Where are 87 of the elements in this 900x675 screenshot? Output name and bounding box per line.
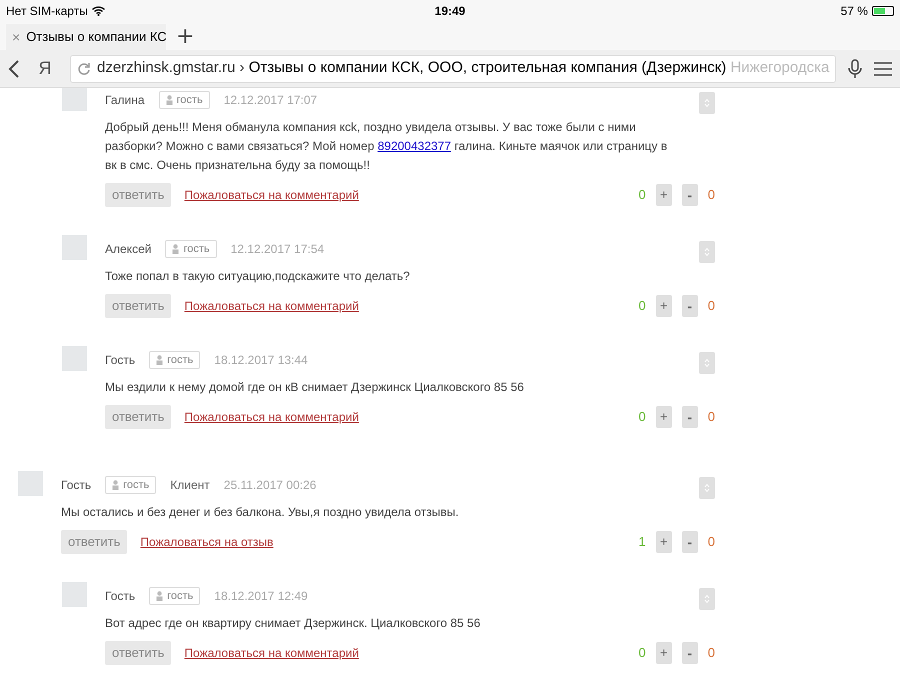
- back-icon[interactable]: [8, 60, 20, 78]
- reply-button[interactable]: ответить: [105, 405, 172, 429]
- report-link[interactable]: Пожаловаться на отзыв: [140, 533, 274, 551]
- dislikes-count: 0: [708, 644, 715, 662]
- likes-count: 0: [638, 644, 646, 662]
- updown-icon: [704, 483, 710, 493]
- avatar-placeholder: [62, 582, 87, 607]
- carrier-text: Нет SIM-карты: [6, 3, 88, 20]
- author-name: Галина: [105, 92, 145, 109]
- wifi-icon: [92, 6, 105, 16]
- browser-logo[interactable]: Я: [32, 55, 58, 82]
- person-icon: [166, 95, 173, 105]
- upvote-button[interactable]: +: [656, 642, 672, 664]
- author-role: Клиент: [170, 477, 210, 494]
- tab-title: Отзывы о компании КС: [26, 28, 166, 46]
- report-link[interactable]: Пожаловаться на комментарий: [184, 186, 359, 204]
- dislikes-count: 0: [708, 408, 715, 426]
- likes-count: 0: [638, 297, 646, 316]
- phone-link[interactable]: 89200432377: [378, 139, 452, 153]
- downvote-button[interactable]: -: [682, 642, 698, 664]
- likes-count: 0: [638, 186, 646, 204]
- report-link[interactable]: Пожаловаться на комментарий: [184, 297, 359, 315]
- downvote-button[interactable]: -: [682, 184, 698, 206]
- url-text: dzerzhinsk.gmstar.ru › Отзывы о компании КСК, ООО, строительная компания (Дзержинск) Нижегородска: [97, 58, 830, 78]
- author-name: Алексей: [105, 241, 152, 258]
- updown-icon: [704, 358, 710, 368]
- avatar-placeholder: [62, 235, 87, 260]
- comment-text: Тоже попал в такую ситуацию,подскажите что делать?: [105, 268, 411, 285]
- comment-text: Добрый день!!! Меня обманула компания ксk, поздно увидела отзывы. У вас тоже были с ними разборки? Можно с вами связаться? Мой номер 89200432377 галина. Киньте маячок или страницу в вк в смс. Очень признательна буду за помощь!!: [105, 119, 668, 174]
- toggle-button[interactable]: [699, 477, 715, 499]
- comment-text: Вот адрес где он квартиру снимает Дзержинск. Циалковского 85 56: [105, 615, 482, 632]
- toggle-button[interactable]: [699, 92, 715, 114]
- report-link[interactable]: Пожаловаться на комментарий: [184, 644, 359, 662]
- guest-badge: гость: [149, 351, 200, 369]
- person-icon: [112, 480, 120, 490]
- reply-button[interactable]: ответить: [105, 183, 172, 207]
- author-name: Гость: [61, 477, 92, 494]
- toggle-button[interactable]: [699, 588, 715, 610]
- battery-text: 57 %: [840, 3, 868, 20]
- comment-date: 18.12.2017 12:49: [214, 588, 308, 605]
- avatar-placeholder: [62, 346, 87, 371]
- comment-text: Мы ездили к нему домой где он кВ снимает Дзержинск Циалковского 85 56: [105, 379, 525, 396]
- downvote-button[interactable]: -: [682, 531, 698, 553]
- upvote-button[interactable]: +: [656, 184, 672, 206]
- toggle-button[interactable]: [699, 241, 715, 263]
- upvote-button[interactable]: +: [656, 531, 672, 553]
- updown-icon: [704, 98, 710, 108]
- battery-icon: [872, 6, 894, 16]
- updown-icon: [704, 247, 710, 257]
- comment-date: 25.11.2017 00:26: [224, 477, 316, 494]
- person-icon: [172, 244, 180, 254]
- upvote-button[interactable]: +: [656, 406, 672, 428]
- reply-button[interactable]: ответить: [105, 641, 172, 665]
- microphone-icon[interactable]: [848, 58, 862, 78]
- author-name: Гость: [105, 588, 136, 605]
- clock-text: 19:49: [434, 3, 466, 20]
- avatar-placeholder: [18, 471, 43, 496]
- reply-button[interactable]: ответить: [105, 294, 172, 318]
- report-link[interactable]: Пожаловаться на комментарий: [184, 408, 359, 426]
- likes-count: 1: [638, 533, 646, 552]
- reload-icon[interactable]: [77, 62, 91, 76]
- guest-badge: гость: [149, 587, 200, 605]
- person-icon: [156, 355, 164, 365]
- downvote-button[interactable]: -: [682, 406, 698, 428]
- person-icon: [156, 591, 164, 601]
- new-tab-button[interactable]: +: [176, 26, 194, 48]
- comment-text: Мы остались и без денег и без балкона. Увы,я поздно увидела отзывы.: [61, 504, 460, 521]
- dislikes-count: 0: [708, 297, 715, 316]
- close-tab-icon[interactable]: ×: [12, 26, 20, 48]
- downvote-button[interactable]: -: [682, 295, 698, 317]
- reply-button[interactable]: ответить: [61, 530, 128, 554]
- toggle-button[interactable]: [699, 352, 715, 374]
- guest-badge: гость: [165, 240, 217, 258]
- browser-tab[interactable]: × Отзывы о компании КС: [6, 24, 166, 50]
- menu-icon[interactable]: [874, 62, 892, 76]
- guest-badge: гость: [158, 91, 210, 109]
- comment-date: 12.12.2017 17:54: [230, 241, 324, 258]
- comment-date: 18.12.2017 13:44: [214, 352, 308, 369]
- author-name: Гость: [105, 352, 136, 369]
- dislikes-count: 0: [708, 186, 715, 204]
- address-field[interactable]: dzerzhinsk.gmstar.ru › Отзывы о компании КСК, ООО, строительная компания (Дзержинск) Нижегородска: [70, 54, 836, 82]
- guest-badge: гость: [105, 476, 156, 494]
- dislikes-count: 0: [708, 533, 715, 552]
- comment-date: 12.12.2017 17:07: [224, 92, 318, 109]
- upvote-button[interactable]: +: [656, 295, 672, 317]
- likes-count: 0: [638, 408, 646, 426]
- updown-icon: [704, 594, 710, 604]
